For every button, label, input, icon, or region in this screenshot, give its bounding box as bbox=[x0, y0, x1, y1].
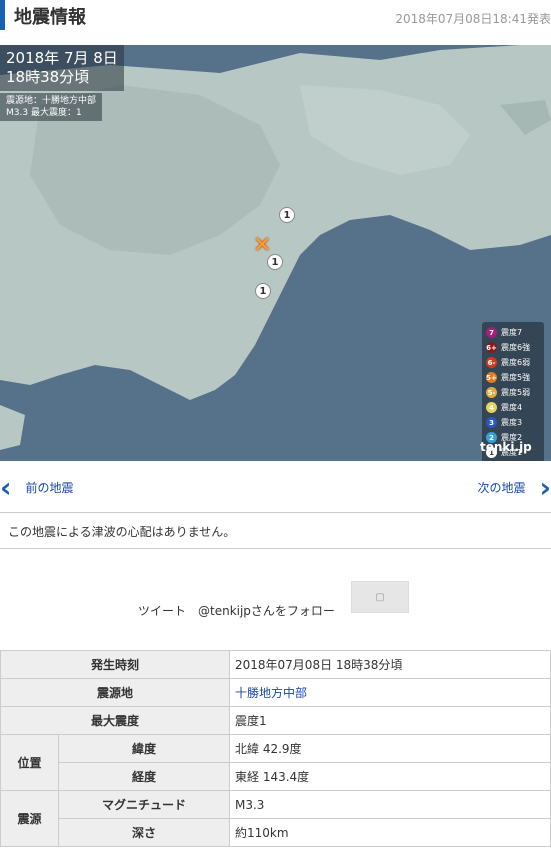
earthquake-nav: ‹ 前の地震 次の地震 › bbox=[0, 470, 551, 504]
legend-label: 震度4 bbox=[501, 403, 523, 412]
group-header: 震源 bbox=[0, 790, 59, 847]
row-value: M3.3 bbox=[229, 790, 551, 819]
follow-button[interactable]: @tenkijpさんをフォロー bbox=[198, 602, 335, 619]
row-value: 震度1 bbox=[229, 706, 551, 735]
header-accent-bar bbox=[0, 0, 5, 30]
social-buttons: ツイート @tenkijpさんをフォロー ▢ bbox=[0, 580, 551, 620]
group-header: 位置 bbox=[0, 734, 59, 791]
map-datetime-box: 2018年 7月 8日 18時38分頃 bbox=[0, 45, 124, 91]
epicenter-icon: ✕ bbox=[253, 233, 272, 258]
legend-swatch: 7 bbox=[486, 327, 497, 338]
row-header: 深さ bbox=[58, 818, 230, 847]
legend-item: 6+ 震度6強 bbox=[486, 340, 540, 355]
tweet-button[interactable]: ツイート bbox=[138, 602, 186, 619]
legend-item: 5+ 震度5強 bbox=[486, 370, 540, 385]
prev-earthquake-link[interactable]: ‹ 前の地震 bbox=[0, 470, 74, 504]
legend-item: 6- 震度6弱 bbox=[486, 355, 540, 370]
row-header: マグニチュード bbox=[58, 790, 230, 819]
earthquake-map: 2018年 7月 8日 18時38分頃 震源地：十勝地方中部 M3.3 最大震度… bbox=[0, 45, 551, 461]
row-value: 東経 143.4度 bbox=[229, 762, 551, 791]
legend-item: 5- 震度5弱 bbox=[486, 385, 540, 400]
legend-item: 4 震度4 bbox=[486, 400, 540, 415]
legend-label: 震度5弱 bbox=[501, 388, 531, 397]
row-header: 震源地 bbox=[0, 678, 230, 707]
legend-label: 震度6弱 bbox=[501, 358, 531, 367]
row-value: 北緯 42.9度 bbox=[229, 734, 551, 763]
legend-swatch: 5- bbox=[486, 387, 497, 398]
tenki-logo: tenki.jp bbox=[480, 440, 532, 454]
row-value: 約110km bbox=[229, 818, 551, 847]
legend-label: 震度5強 bbox=[501, 373, 531, 382]
next-earthquake-link[interactable]: 次の地震 › bbox=[477, 470, 551, 504]
legend-swatch: 4 bbox=[486, 402, 497, 413]
row-value: 2018年07月08日 18時38分頃 bbox=[229, 650, 551, 679]
table-row: 深さ 約110km bbox=[1, 818, 551, 847]
map-epicenter-text: 震源地：十勝地方中部 bbox=[6, 96, 97, 106]
legend-item: 7 震度7 bbox=[486, 325, 540, 340]
legend-item: 3 震度3 bbox=[486, 415, 540, 430]
earthquake-details-table: 発生時刻 2018年07月08日 18時38分頃 震源地 十勝地方中部 最大震度… bbox=[0, 650, 551, 847]
table-row: 震源 マグニチュード M3.3 bbox=[0, 790, 551, 847]
legend-label: 震度3 bbox=[501, 418, 523, 427]
next-earthquake-label: 次の地震 bbox=[477, 480, 526, 495]
legend-label: 震度7 bbox=[501, 328, 523, 337]
intensity-marker: 1 bbox=[279, 207, 295, 223]
legend-swatch: 6+ bbox=[486, 342, 497, 353]
legend-label: 震度6強 bbox=[501, 343, 531, 352]
legend-item: ✕震央 bbox=[486, 460, 540, 461]
map-time: 18時38分頃 bbox=[6, 68, 90, 86]
row-header: 発生時刻 bbox=[0, 650, 230, 679]
prev-earthquake-label: 前の地震 bbox=[25, 480, 74, 495]
chevron-right-icon: › bbox=[539, 470, 551, 504]
table-row: 最大震度 震度1 bbox=[0, 706, 551, 735]
row-header: 緯度 bbox=[58, 734, 230, 763]
table-row: 震源地 十勝地方中部 bbox=[0, 678, 551, 707]
legend-swatch: 6- bbox=[486, 357, 497, 368]
image-placeholder-icon[interactable]: ▢ bbox=[351, 581, 409, 613]
page-title: 地震情報 bbox=[14, 7, 86, 28]
epicenter-link[interactable]: 十勝地方中部 bbox=[235, 686, 307, 700]
map-date: 2018年 7月 8日 bbox=[6, 49, 118, 67]
intensity-marker: 1 bbox=[255, 283, 271, 299]
published-time: 2018年07月08日18:41発表 bbox=[395, 12, 551, 26]
tsunami-notice: この地震による津波の心配はありません。 bbox=[0, 512, 551, 549]
row-header: 最大震度 bbox=[0, 706, 230, 735]
row-value-cell: 十勝地方中部 bbox=[229, 678, 551, 707]
legend-swatch: 3 bbox=[486, 417, 497, 428]
map-summary-box: 震源地：十勝地方中部 M3.3 最大震度：1 bbox=[0, 93, 103, 121]
legend-swatch: 5+ bbox=[486, 372, 497, 383]
table-row: 経度 東経 143.4度 bbox=[1, 762, 551, 791]
table-row: 発生時刻 2018年07月08日 18時38分頃 bbox=[0, 650, 551, 679]
page-header: 地震情報 2018年07月08日18:41発表 bbox=[0, 0, 551, 30]
map-magnitude-text: M3.3 最大震度：1 bbox=[6, 108, 82, 118]
chevron-left-icon: ‹ bbox=[0, 470, 12, 504]
row-header: 経度 bbox=[58, 762, 230, 791]
table-row: 位置 緯度 北緯 42.9度 bbox=[0, 734, 551, 791]
